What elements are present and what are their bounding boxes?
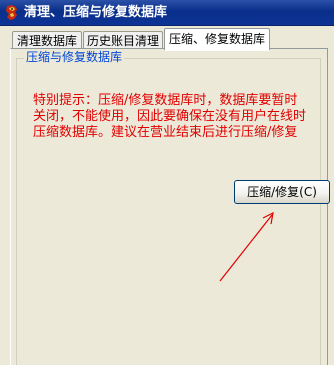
dragon-icon	[6, 5, 17, 20]
app-window: 清理、压缩与修复数据库 清理数据库 历史账目清理 压缩、修复数据库 压缩与修复数…	[0, 0, 334, 365]
tab-clean-database[interactable]: 清理数据库	[12, 31, 82, 49]
compress-repair-button[interactable]: 压缩/修复(C)	[234, 180, 330, 204]
tab-active-indicator	[165, 49, 269, 51]
title-bar[interactable]: 清理、压缩与修复数据库	[0, 0, 334, 26]
tab-compress-repair[interactable]: 压缩、修复数据库	[164, 28, 270, 51]
tab-compress-repair-label: 压缩、修复数据库	[168, 32, 265, 46]
window-title: 清理、压缩与修复数据库	[24, 5, 168, 20]
tab-bar: 清理数据库 历史账目清理 压缩、修复数据库	[0, 25, 334, 51]
warning-notice: 特别提示：压缩/修复数据库时，数据库要暂时 关闭，不能使用，因此要确保在没有用户…	[33, 93, 307, 140]
group-legend: 压缩与修复数据库	[24, 50, 125, 64]
tab-history-cleanup[interactable]: 历史账目清理	[83, 31, 163, 49]
